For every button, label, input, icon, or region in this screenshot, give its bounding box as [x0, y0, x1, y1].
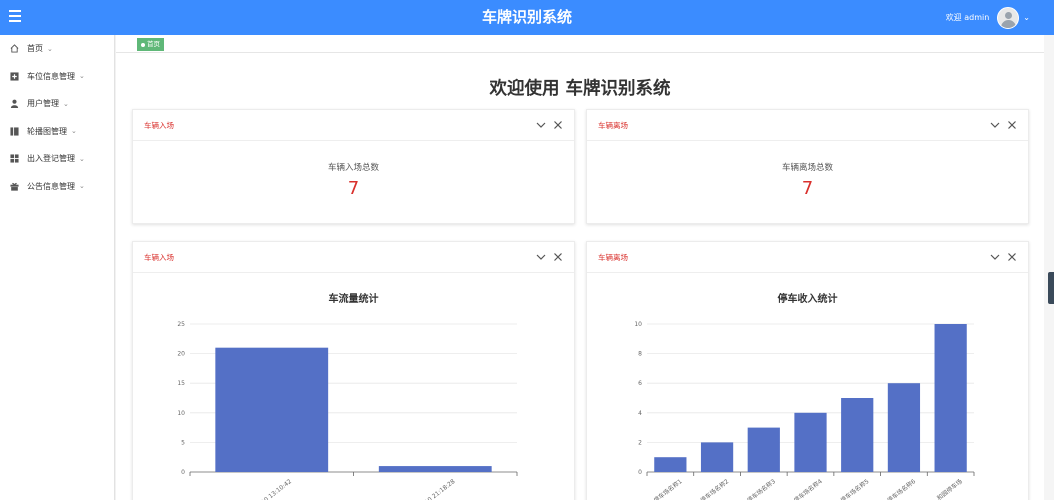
sidebar-item-carousel[interactable]: 轮播图管理 ⌄: [0, 118, 114, 146]
y-tick-label: 25: [177, 321, 185, 328]
chart-bar: [654, 457, 687, 472]
breadcrumb: 首页: [116, 35, 1044, 53]
chart-bar: [747, 427, 780, 472]
close-icon[interactable]: [1006, 251, 1018, 263]
scrollbar-track: [1044, 35, 1054, 500]
user-icon: [10, 99, 19, 109]
x-tick-label: 停车场名称5: [839, 477, 871, 500]
avatar[interactable]: [997, 6, 1020, 29]
chevron-down-icon[interactable]: [989, 119, 1001, 131]
traffic-bar-chart: 0 5 10 15 20 25 …3-10 13:10:42 …3-10 21:18:28: [177, 321, 518, 500]
chevron-down-icon: ⌄: [71, 127, 77, 136]
chevron-down-icon[interactable]: [535, 119, 547, 131]
x-tick-label: 停车场名称3: [745, 477, 777, 500]
scrollbar-thumb[interactable]: [1048, 272, 1054, 304]
exit-stat-card: 车辆离场 车辆离场总数 7: [586, 109, 1029, 224]
plus-square-icon: [10, 72, 19, 81]
sidebar-item-label: 出入登记管理: [27, 154, 75, 164]
sidebar-item-label: 车位信息管理: [27, 71, 75, 81]
y-tick-label: 4: [638, 410, 642, 417]
columns-icon: [10, 127, 19, 136]
close-icon[interactable]: [552, 251, 564, 263]
chart-bar: [378, 466, 492, 472]
top-bar: 车牌识别系统 欢迎 admin ⌄: [0, 0, 1054, 35]
y-tick-label: 20: [177, 351, 185, 358]
chevron-down-icon: ⌄: [79, 182, 85, 191]
stat-label: 车辆入场总数: [327, 163, 379, 173]
card-title: 车辆离场: [598, 253, 628, 262]
x-tick-label: …3-10 13:10:42: [250, 478, 293, 500]
x-tick-label: 和园停车场: [935, 477, 964, 500]
chart-title: 停车收入统计: [777, 294, 838, 305]
stat-value: 7: [347, 178, 360, 199]
sidebar-item-users[interactable]: 用户管理 ⌄: [0, 90, 114, 118]
chart-bar: [934, 324, 967, 472]
app-title: 车牌识别系统: [481, 8, 572, 26]
traffic-chart-card: 车辆入场 车流量统计 0 5 10 15 20 25 …3-10 13:10:42 …3-10…: [132, 241, 575, 500]
x-tick-label: …3-10 21:18:28: [414, 478, 457, 500]
sidebar: 首页 ⌄ 车位信息管理 ⌄ 用户管理 ⌄ 轮播图管理 ⌄ 出入登记管理 ⌄ 公告…: [0, 35, 115, 500]
y-tick-label: 0: [181, 469, 185, 476]
y-tick-label: 10: [177, 410, 185, 417]
x-tick-label: 停车场名称2: [699, 477, 731, 500]
main-content: 首页 欢迎使用 车牌识别系统 车辆入场 车辆入场总数 7 车辆离场 车辆离场总数…: [116, 35, 1044, 500]
chevron-down-icon: ⌄: [63, 99, 69, 108]
home-icon: [10, 44, 19, 53]
chart-bar: [887, 383, 921, 472]
y-tick-label: 5: [181, 439, 185, 446]
chevron-down-icon[interactable]: [989, 251, 1001, 263]
sidebar-item-label: 轮播图管理: [27, 126, 67, 136]
chart-title: 车流量统计: [328, 294, 379, 305]
sidebar-item-label: 首页: [27, 44, 43, 54]
y-tick-label: 15: [177, 380, 185, 387]
y-tick-label: 8: [638, 351, 642, 358]
revenue-chart-card: 车辆离场 停车收入统计 0 2 4 6 8 10 停车场名称1 停车场名称2 停车场名称3 停车场…: [586, 241, 1029, 500]
chevron-down-icon: ⌄: [79, 154, 85, 163]
chart-bar: [700, 442, 734, 472]
sidebar-item-parking-space[interactable]: 车位信息管理 ⌄: [0, 63, 114, 91]
close-icon[interactable]: [552, 119, 564, 131]
stat-value: 7: [801, 178, 814, 199]
card-header: 车辆离场: [587, 242, 1028, 273]
page-title: 欢迎使用 车牌识别系统: [489, 79, 671, 99]
chart-bar: [841, 398, 874, 472]
card-title: 车辆离场: [598, 121, 628, 130]
chevron-down-icon: ⌄: [47, 44, 53, 53]
card-title: 车辆入场: [144, 253, 174, 262]
y-tick-label: 2: [638, 439, 642, 446]
user-menu[interactable]: 欢迎 admin ⌄: [946, 0, 1030, 35]
card-header: 车辆入场: [133, 110, 574, 141]
card-header: 车辆离场: [587, 110, 1028, 141]
revenue-bar-chart: 0 2 4 6 8 10 停车场名称1 停车场名称2 停车场名称3 停车场名称4 停车场名称5 停车场…: [634, 321, 975, 500]
card-header: 车辆入场: [133, 242, 574, 273]
chevron-down-icon[interactable]: [535, 251, 547, 263]
breadcrumb-label: 首页: [147, 40, 160, 48]
breadcrumb-home[interactable]: 首页: [137, 38, 164, 51]
sidebar-item-entry-exit[interactable]: 出入登记管理 ⌄: [0, 145, 114, 173]
close-icon[interactable]: [1006, 119, 1018, 131]
sidebar-item-label: 用户管理: [27, 99, 59, 109]
chevron-down-icon[interactable]: ⌄: [1023, 13, 1030, 22]
x-tick-label: 停车场名称6: [886, 477, 918, 500]
sidebar-item-announcements[interactable]: 公告信息管理 ⌄: [0, 173, 114, 201]
sidebar-item-label: 公告信息管理: [27, 181, 75, 191]
sidebar-item-home[interactable]: 首页 ⌄: [0, 35, 114, 63]
welcome-text: 欢迎 admin: [945, 13, 990, 22]
entry-stat-card: 车辆入场 车辆入场总数 7: [132, 109, 575, 224]
y-tick-label: 10: [634, 321, 642, 328]
chart-bar: [794, 412, 827, 472]
y-tick-label: 6: [638, 380, 642, 387]
dot-icon: [141, 42, 145, 47]
y-tick-label: 0: [638, 469, 642, 476]
grid-icon: [10, 154, 19, 163]
x-tick-label: 停车场名称4: [792, 477, 824, 500]
gift-icon: [10, 182, 19, 191]
x-tick-label: 停车场名称1: [652, 477, 684, 500]
chevron-down-icon: ⌄: [79, 72, 85, 81]
chart-bar: [215, 347, 329, 472]
stat-label: 车辆离场总数: [781, 163, 833, 173]
card-title: 车辆入场: [144, 121, 174, 130]
